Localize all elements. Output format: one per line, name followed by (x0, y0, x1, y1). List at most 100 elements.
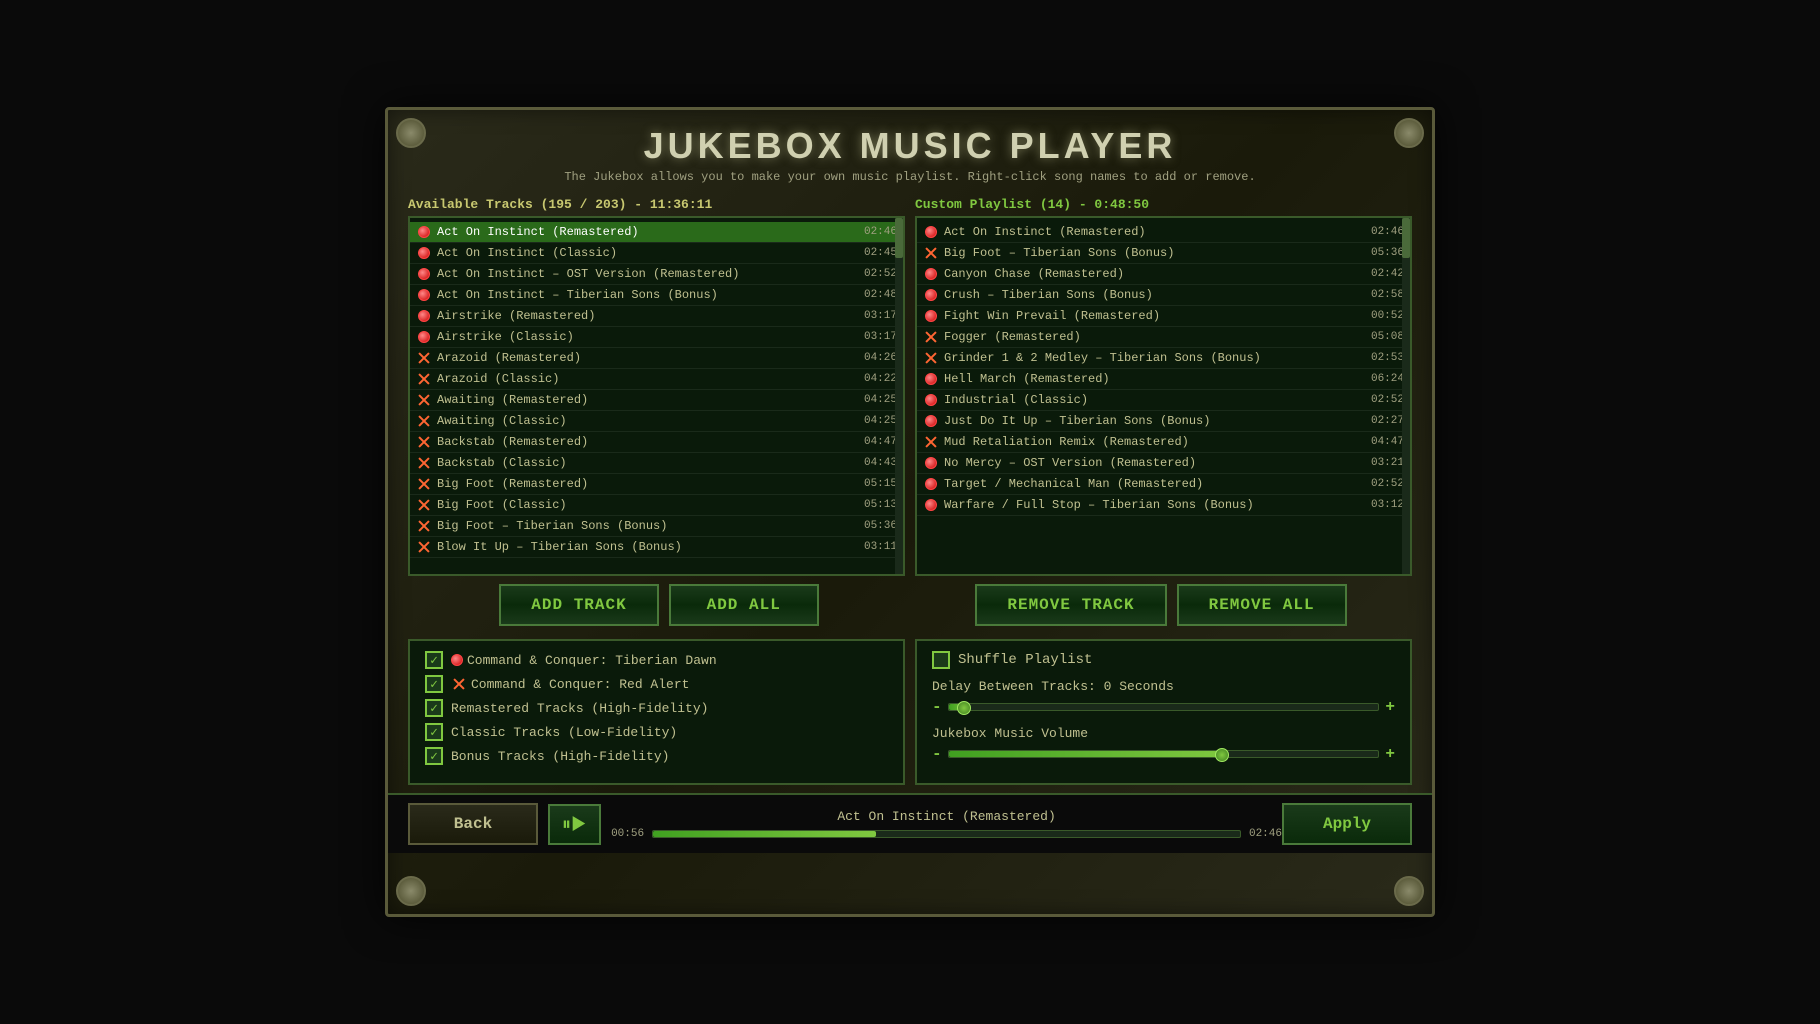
progress-track[interactable] (652, 830, 1241, 838)
filter-checkbox[interactable] (425, 699, 443, 717)
source-checkbox-item[interactable]: Command & Conquer: Red Alert (425, 675, 888, 693)
available-track-item[interactable]: Airstrike (Remastered) 03:17 (410, 306, 903, 327)
track-name: Awaiting (Classic) (437, 414, 856, 428)
track-duration: 02:46 (864, 226, 897, 238)
playlist-scrollbar-thumb[interactable] (1402, 218, 1410, 258)
back-button[interactable]: Back (408, 803, 538, 845)
playlist-track-item[interactable]: Act On Instinct (Remastered) 02:46 (917, 222, 1410, 243)
available-track-item[interactable]: Awaiting (Remastered) 04:25 (410, 390, 903, 411)
options-sources: Command & Conquer: Tiberian Dawn Command… (408, 639, 905, 785)
track-icon (416, 287, 432, 303)
track-duration: 05:36 (1371, 247, 1404, 259)
available-track-item[interactable]: Big Foot (Remastered) 05:15 (410, 474, 903, 495)
track-icon (923, 329, 939, 345)
filter-checkbox[interactable] (425, 723, 443, 741)
volume-minus[interactable]: - (932, 745, 942, 763)
volume-slider-fill (949, 751, 1228, 757)
filter-checkbox-item[interactable]: Remastered Tracks (High-Fidelity) (425, 699, 888, 717)
playlist-track-item[interactable]: Just Do It Up – Tiberian Sons (Bonus) 02… (917, 411, 1410, 432)
available-track-item[interactable]: Arazoid (Remastered) 04:26 (410, 348, 903, 369)
playlist-track-item[interactable]: No Mercy – OST Version (Remastered) 03:2… (917, 453, 1410, 474)
available-track-item[interactable]: Big Foot – Tiberian Sons (Bonus) 05:36 (410, 516, 903, 537)
playlist-track-item[interactable]: Grinder 1 & 2 Medley – Tiberian Sons (Bo… (917, 348, 1410, 369)
playlist-panel: Custom Playlist (14) - 0:48:50 Act On In… (915, 197, 1412, 576)
track-name: Target / Mechanical Man (Remastered) (944, 477, 1363, 491)
available-scrollbar-thumb[interactable] (895, 218, 903, 258)
playlist-track-item[interactable]: Target / Mechanical Man (Remastered) 02:… (917, 474, 1410, 495)
available-track-item[interactable]: Act On Instinct – OST Version (Remastere… (410, 264, 903, 285)
track-duration: 04:22 (864, 373, 897, 385)
track-name: Arazoid (Remastered) (437, 351, 856, 365)
available-track-item[interactable]: Backstab (Remastered) 04:47 (410, 432, 903, 453)
available-track-item[interactable]: Act On Instinct – Tiberian Sons (Bonus) … (410, 285, 903, 306)
filter-checkbox-item[interactable]: Bonus Tracks (High-Fidelity) (425, 747, 888, 765)
track-duration: 05:13 (864, 499, 897, 511)
apply-button[interactable]: Apply (1282, 803, 1412, 845)
track-name: No Mercy – OST Version (Remastered) (944, 456, 1363, 470)
track-name: Industrial (Classic) (944, 393, 1363, 407)
delay-slider-track[interactable] (948, 703, 1380, 711)
volume-slider-thumb[interactable] (1215, 748, 1229, 762)
playlist-track-item[interactable]: Fogger (Remastered) 05:08 (917, 327, 1410, 348)
add-track-button[interactable]: Add Track (499, 584, 658, 626)
track-name: Warfare / Full Stop – Tiberian Sons (Bon… (944, 498, 1363, 512)
track-name: Arazoid (Classic) (437, 372, 856, 386)
add-all-button[interactable]: Add All (669, 584, 819, 626)
window-subtitle: The Jukebox allows you to make your own … (388, 170, 1432, 184)
remove-all-button[interactable]: Remove All (1177, 584, 1347, 626)
track-duration: 04:47 (864, 436, 897, 448)
playlist-scrollbar[interactable] (1402, 218, 1410, 574)
track-icon (416, 350, 432, 366)
playlist-track-item[interactable]: Hell March (Remastered) 06:24 (917, 369, 1410, 390)
available-track-list-container[interactable]: Act On Instinct (Remastered) 02:46 Act O… (408, 216, 905, 576)
playlist-track-item[interactable]: Big Foot – Tiberian Sons (Bonus) 05:36 (917, 243, 1410, 264)
available-track-item[interactable]: Arazoid (Classic) 04:22 (410, 369, 903, 390)
available-track-item[interactable]: Act On Instinct (Remastered) 02:46 (410, 222, 903, 243)
available-track-item[interactable]: Airstrike (Classic) 03:17 (410, 327, 903, 348)
shuffle-checkbox[interactable] (932, 651, 950, 669)
available-track-item[interactable]: Awaiting (Classic) 04:25 (410, 411, 903, 432)
remove-track-button[interactable]: Remove Track (975, 584, 1166, 626)
track-duration: 03:11 (864, 541, 897, 553)
track-icon (416, 476, 432, 492)
source-label: Command & Conquer: Tiberian Dawn (467, 653, 717, 668)
source-checkbox-item[interactable]: Command & Conquer: Tiberian Dawn (425, 651, 888, 669)
filter-checkbox[interactable] (425, 747, 443, 765)
track-duration: 02:27 (1371, 415, 1404, 427)
track-icon (923, 455, 939, 471)
delay-minus[interactable]: - (932, 698, 942, 716)
available-track-item[interactable]: Backstab (Classic) 04:43 (410, 453, 903, 474)
track-icon (416, 518, 432, 534)
filter-label: Classic Tracks (Low-Fidelity) (451, 725, 677, 740)
playlist-track-item[interactable]: Canyon Chase (Remastered) 02:42 (917, 264, 1410, 285)
delay-slider-thumb[interactable] (957, 701, 971, 715)
track-name: Big Foot (Classic) (437, 498, 856, 512)
playlist-track-item[interactable]: Industrial (Classic) 02:52 (917, 390, 1410, 411)
available-track-item[interactable]: Big Foot (Classic) 05:13 (410, 495, 903, 516)
filter-label: Remastered Tracks (High-Fidelity) (451, 701, 708, 716)
playlist-panel-header: Custom Playlist (14) - 0:48:50 (915, 197, 1412, 212)
volume-slider-track[interactable] (948, 750, 1380, 758)
filter-checkbox-item[interactable]: Classic Tracks (Low-Fidelity) (425, 723, 888, 741)
playlist-track-item[interactable]: Mud Retaliation Remix (Remastered) 04:47 (917, 432, 1410, 453)
playlist-track-item[interactable]: Fight Win Prevail (Remastered) 00:52 (917, 306, 1410, 327)
track-icon (416, 434, 432, 450)
playlist-track-item[interactable]: Warfare / Full Stop – Tiberian Sons (Bon… (917, 495, 1410, 516)
playlist-track-item[interactable]: Crush – Tiberian Sons (Bonus) 02:58 (917, 285, 1410, 306)
window-title: JUKEBOX MUSIC PLAYER (388, 125, 1432, 167)
playlist-track-list-container[interactable]: Act On Instinct (Remastered) 02:46 Big F… (915, 216, 1412, 576)
available-scrollbar[interactable] (895, 218, 903, 574)
track-icon (416, 224, 432, 240)
play-pause-button[interactable]: ⏸▶ (548, 804, 601, 845)
available-track-item[interactable]: Act On Instinct (Classic) 02:45 (410, 243, 903, 264)
track-icon (416, 245, 432, 261)
track-duration: 06:24 (1371, 373, 1404, 385)
source-checkbox[interactable] (425, 651, 443, 669)
track-name: Blow It Up – Tiberian Sons (Bonus) (437, 540, 856, 554)
available-track-item[interactable]: Blow It Up – Tiberian Sons (Bonus) 03:11 (410, 537, 903, 558)
track-name: Just Do It Up – Tiberian Sons (Bonus) (944, 414, 1363, 428)
source-checkbox[interactable] (425, 675, 443, 693)
volume-plus[interactable]: + (1385, 745, 1395, 763)
delay-plus[interactable]: + (1385, 698, 1395, 716)
track-name: Act On Instinct – OST Version (Remastere… (437, 267, 856, 281)
